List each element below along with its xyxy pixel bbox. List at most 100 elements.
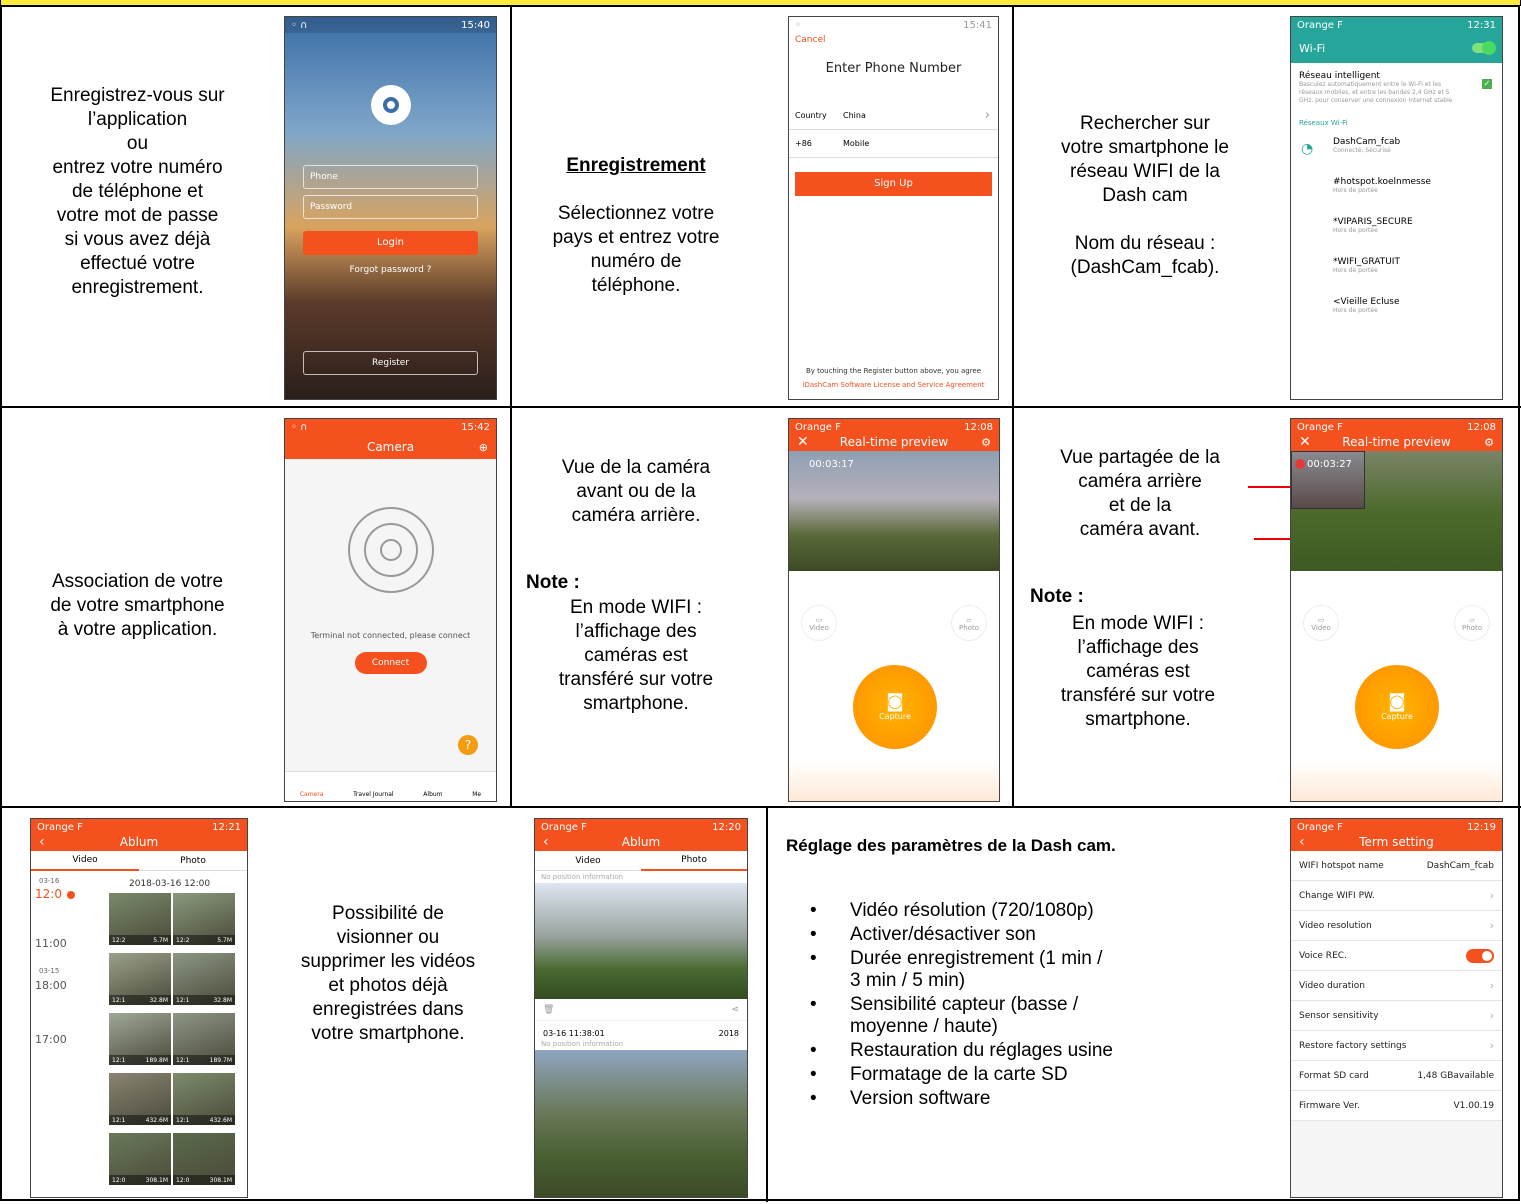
camera-live-feed: 00:03:17 — [789, 451, 999, 571]
mobile-input[interactable]: +86 Mobile — [789, 130, 998, 158]
split-preview-screenshot: Orange F 12:08 ✕ Real-time preview ⚙ 00:03:… — [1290, 418, 1503, 802]
network-item[interactable]: ◔ DashCam_fcab Connecté, Sécurisé — [1291, 133, 1502, 173]
login-button[interactable]: Login — [303, 231, 478, 255]
setting-video-resolution[interactable]: Video resolution › — [1291, 911, 1502, 941]
setting-restore-factory[interactable]: Restore factory settings › — [1291, 1031, 1502, 1061]
photo-button[interactable]: ▱ Photo — [951, 605, 987, 641]
front-camera-feed: 00:03:27 — [1291, 451, 1502, 571]
video-thumbnail[interactable]: 12:2 5.7M — [109, 893, 171, 945]
video-thumbnail[interactable]: 12:1 189.7M — [173, 1013, 235, 1065]
note-label-2: Note : — [1030, 586, 1084, 607]
tab-camera[interactable]: Camera — [300, 791, 324, 798]
video-thumbnail[interactable]: 12:1 32.8M — [109, 953, 171, 1005]
wifi-signal-icon: ◔ — [1301, 141, 1314, 157]
settings-heading: Réglage des paramètres de la Dash cam. — [786, 836, 1116, 855]
capture-button[interactable]: ◙ Capture — [1355, 665, 1439, 749]
wifi-header: Wi-Fi — [1291, 33, 1502, 63]
tab-video[interactable]: Video — [31, 851, 139, 871]
tab-travel-journal[interactable]: Travel Journal — [353, 791, 394, 798]
camera-shutter-icon: ◙ — [1388, 691, 1406, 712]
note-text-2: En mode WIFI : l’affichage des caméras est… — [1060, 613, 1216, 730]
video-thumbnail[interactable]: 12:1 189.8M — [109, 1013, 171, 1065]
delete-icon[interactable]: 🗑 — [543, 1005, 554, 1015]
video-button[interactable]: ▭ Video — [1303, 605, 1339, 641]
back-icon[interactable]: ‹ — [543, 834, 549, 850]
photo-button[interactable]: ▱ Photo — [1454, 605, 1490, 641]
tab-album[interactable]: Album — [423, 791, 442, 798]
camera-header: Camera ⊕ — [285, 435, 496, 459]
wifi-toggle[interactable] — [1472, 41, 1496, 55]
signup-heading: Enregistrement — [566, 155, 706, 176]
bottom-tabbar: Camera Travel Journal Album Me — [285, 771, 496, 801]
row-divider-2 — [0, 806, 1521, 808]
note-label: Note : — [526, 572, 580, 593]
instruction-album: Possibilité de visionner ou supprimer les … — [300, 903, 476, 1044]
terms-text: By touching the Register button above, y… — [805, 367, 982, 375]
chevron-right-icon: › — [1489, 889, 1494, 902]
connect-button[interactable]: Connect — [354, 652, 427, 674]
help-icon[interactable]: ? — [458, 735, 478, 755]
network-item[interactable]: *WIFI_GRATUIT Hors de portée — [1291, 253, 1502, 293]
col-divider-3 — [766, 806, 768, 1202]
settings-gear-icon[interactable]: ⚙ — [981, 436, 991, 449]
network-item[interactable]: #hotspot.koelnmesse Hors de portée — [1291, 173, 1502, 213]
checkbox-icon: ✓ — [1482, 79, 1492, 89]
signup-title: Enter Phone Number — [825, 61, 962, 76]
video-thumbnail[interactable]: 12:2 5.7M — [173, 893, 235, 945]
cancel-link[interactable]: Cancel — [789, 33, 998, 47]
photo-preview-2[interactable] — [535, 1050, 747, 1197]
close-icon[interactable]: ✕ — [1299, 434, 1311, 450]
camera-icon — [347, 507, 434, 593]
term-setting-screenshot: Orange F 12:19 ‹ Term setting WIFI hotspot… — [1290, 818, 1503, 1198]
phone-input[interactable]: Phone — [303, 165, 478, 189]
tab-photo[interactable]: Photo — [139, 856, 247, 866]
video-thumbnail[interactable]: 12:1 432.6M — [109, 1073, 171, 1125]
setting-wifi-name[interactable]: WIFI hotspot name DashCam_fcab — [1291, 851, 1502, 881]
capture-button[interactable]: ◙ Capture — [853, 665, 937, 749]
close-icon[interactable]: ✕ — [797, 434, 809, 450]
register-button[interactable]: Register — [303, 351, 478, 375]
settings-bullet-list: Vidéo résolution (720/1080p) Activer/dés… — [788, 900, 1113, 1112]
setting-change-wifi-pw[interactable]: Change WIFI PW. › — [1291, 881, 1502, 911]
photo-preview-1[interactable] — [535, 883, 747, 999]
video-thumbnail[interactable]: 12:0 308.1M — [109, 1133, 171, 1185]
country-row[interactable]: Country China › — [789, 102, 998, 130]
setting-sensor-sensitivity[interactable]: Sensor sensitivity › — [1291, 1001, 1502, 1031]
chevron-right-icon: › — [1489, 979, 1494, 992]
instruction-wifi: Rechercher sur votre smartphone le réseau … — [1061, 113, 1229, 278]
preview-screenshot: Orange F 12:08 ✕ Real-time preview ⚙ 00:03:… — [788, 418, 1000, 802]
camera-shutter-icon: ◙ — [886, 691, 904, 712]
back-icon[interactable]: ‹ — [39, 834, 45, 850]
smart-network[interactable]: Réseau intelligent Basculez automatiqueme… — [1291, 63, 1502, 105]
back-icon[interactable]: ‹ — [1299, 834, 1305, 850]
instruction-register: Enregistrez-vous sur l’application ou entre… — [50, 85, 225, 298]
terms-link[interactable]: iDashCam Software License and Service Ag… — [789, 381, 998, 389]
video-button[interactable]: ▭ Video — [801, 605, 837, 641]
video-thumbnail[interactable]: 12:1 432.6M — [173, 1073, 235, 1125]
wifi-screenshot: Orange F 12:31 Wi-Fi Réseau intelligent Ba… — [1290, 16, 1503, 400]
settings-gear-icon[interactable]: ⚙ — [1484, 436, 1494, 449]
network-item[interactable]: <Vieille Ecluse Hors de portée — [1291, 293, 1502, 333]
no-position-label: No position information — [541, 873, 624, 881]
login-screenshot: ◦ ∩ 15:40 Phone Password Login Forgot pas… — [284, 16, 497, 400]
setting-firmware: Firmware Ver. V1.00.19 — [1291, 1091, 1502, 1121]
setting-format-sd[interactable]: Format SD card 1,48 GBavailable — [1291, 1061, 1502, 1091]
add-device-icon[interactable]: ⊕ — [479, 441, 488, 454]
network-item[interactable]: *VIPARIS_SECURE Hors de portée — [1291, 213, 1502, 253]
video-thumbnail[interactable]: 12:1 32.8M — [173, 953, 235, 1005]
tab-video[interactable]: Video — [535, 856, 641, 866]
signup-screenshot: ◦ 15:41 Cancel Enter Phone Number Country… — [788, 16, 999, 400]
sign-up-button[interactable]: Sign Up — [795, 172, 992, 196]
instruction-split-view: Vue partagée de la caméra arrière et de la… — [1060, 447, 1220, 540]
tab-me[interactable]: Me — [472, 791, 481, 798]
not-connected-message: Terminal not connected, please connect — [310, 631, 471, 640]
forgot-password-link[interactable]: Forgot password ? — [285, 265, 496, 275]
setting-video-duration[interactable]: Video duration › — [1291, 971, 1502, 1001]
video-thumbnail[interactable]: 12:0 308.1M — [173, 1133, 235, 1185]
share-icon[interactable]: ⋖ — [731, 1005, 739, 1015]
voice-rec-toggle[interactable] — [1466, 948, 1494, 963]
tab-photo[interactable]: Photo — [641, 851, 747, 871]
password-input[interactable]: Password — [303, 195, 478, 219]
setting-voice-rec[interactable]: Voice REC. — [1291, 941, 1502, 971]
camera-screenshot: ◦ ∩ 15:42 Camera ⊕ Terminal not connected,… — [284, 418, 497, 802]
